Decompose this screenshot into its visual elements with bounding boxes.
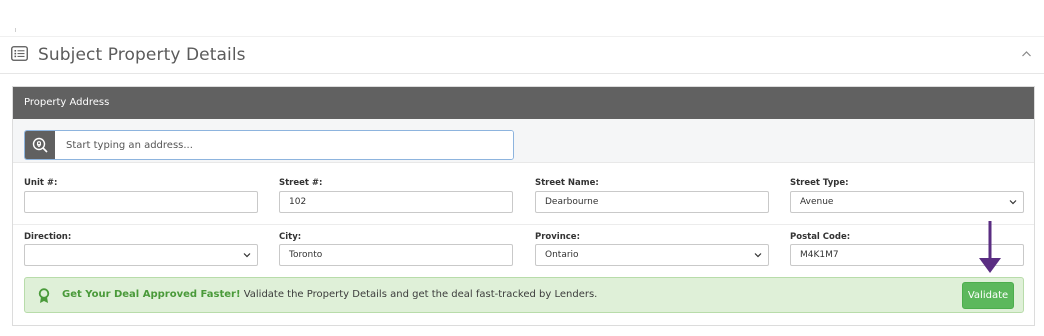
field-row-divider bbox=[13, 224, 1034, 225]
validation-banner: Get Your Deal Approved Faster! Validate … bbox=[24, 277, 1024, 313]
address-search-input[interactable] bbox=[55, 131, 513, 159]
section-title: Subject Property Details bbox=[38, 45, 246, 65]
street-number-label: Street #: bbox=[279, 178, 323, 188]
address-search-row bbox=[13, 119, 1034, 163]
unit-input[interactable] bbox=[24, 191, 258, 213]
address-search-box[interactable] bbox=[24, 130, 514, 160]
street-type-value: Avenue bbox=[800, 197, 834, 207]
chevron-down-icon bbox=[243, 253, 251, 258]
province-select[interactable]: Ontario bbox=[535, 244, 769, 266]
street-type-select[interactable]: Avenue bbox=[790, 191, 1024, 213]
validate-button[interactable]: Validate bbox=[962, 282, 1014, 309]
separator-mark bbox=[15, 28, 16, 32]
down-arrow-icon bbox=[979, 221, 1001, 273]
direction-label: Direction: bbox=[24, 232, 72, 242]
direction-select[interactable] bbox=[24, 244, 258, 266]
street-name-input[interactable]: Dearbourne bbox=[535, 191, 769, 213]
banner-strong-text: Get Your Deal Approved Faster! bbox=[62, 289, 241, 300]
postal-code-label: Postal Code: bbox=[790, 232, 851, 242]
banner-message: Get Your Deal Approved Faster! Validate … bbox=[62, 289, 597, 300]
province-label: Province: bbox=[535, 232, 580, 242]
property-address-panel: Property Address Unit #: Street #: 102 S… bbox=[12, 86, 1035, 326]
city-label: City: bbox=[279, 232, 302, 242]
award-icon bbox=[38, 288, 50, 303]
street-type-label: Street Type: bbox=[790, 178, 849, 188]
province-value: Ontario bbox=[545, 250, 579, 260]
chevron-down-icon bbox=[754, 253, 762, 258]
section-header[interactable]: Subject Property Details bbox=[0, 36, 1044, 74]
street-name-label: Street Name: bbox=[535, 178, 599, 188]
banner-text: Validate the Property Details and get th… bbox=[240, 289, 598, 300]
chevron-up-icon[interactable] bbox=[1021, 50, 1032, 58]
unit-label: Unit #: bbox=[24, 178, 58, 188]
chevron-down-icon bbox=[1009, 200, 1017, 205]
search-location-icon bbox=[25, 131, 55, 159]
panel-header: Property Address bbox=[13, 87, 1034, 119]
city-input[interactable]: Toronto bbox=[279, 244, 513, 266]
street-number-input[interactable]: 102 bbox=[279, 191, 513, 213]
list-icon bbox=[11, 46, 28, 61]
